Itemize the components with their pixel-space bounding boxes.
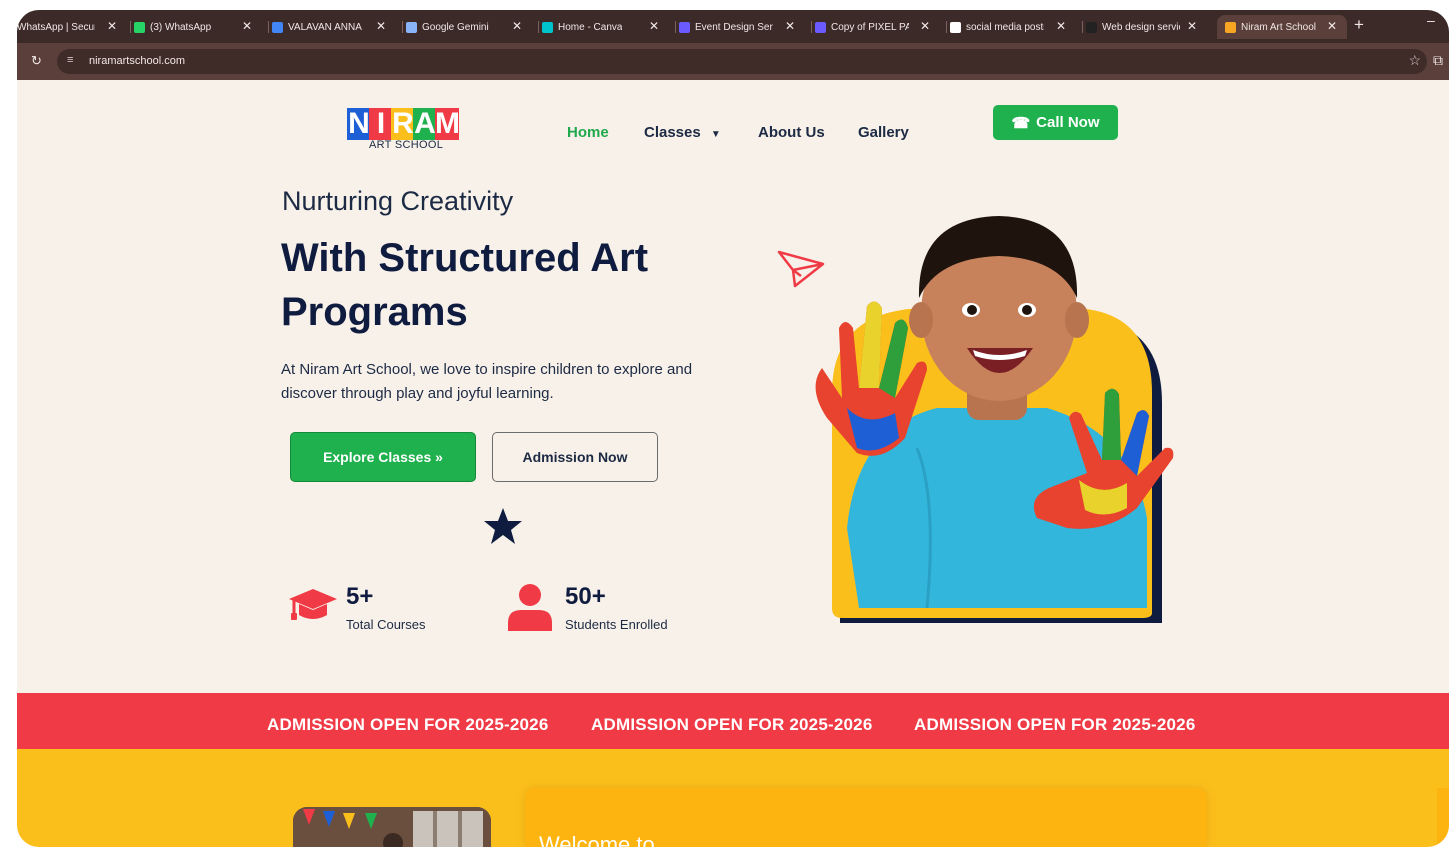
banner-text: ADMISSION OPEN FOR 2025-2026 <box>914 715 1196 734</box>
stat-courses-label: Total Courses <box>346 617 426 632</box>
tab-separator <box>538 21 539 33</box>
star-icon <box>484 508 522 544</box>
logo-letter: R <box>391 107 415 140</box>
tab-separator <box>130 21 131 33</box>
logo-letter: M <box>435 107 460 140</box>
tab-separator <box>811 21 812 33</box>
tab-favicon-icon <box>406 21 417 33</box>
browser-tab[interactable]: Event Design Serv ✕ <box>679 15 805 39</box>
tab-close-icon[interactable]: ✕ <box>1187 19 1197 33</box>
stat-courses-value: 5+ <box>346 583 374 610</box>
logo-letter: N <box>347 107 371 140</box>
browser-tab[interactable]: Niram Art School ✕ <box>1217 15 1347 39</box>
tab-title: Event Design Serv <box>695 21 773 33</box>
tab-title: Home - Canva <box>558 21 623 33</box>
banner-text: ADMISSION OPEN FOR 2025-2026 <box>591 715 873 734</box>
banner-text: ADMISSION OPEN FOR 2025-2026 <box>267 715 549 734</box>
nav-home[interactable]: Home <box>567 124 609 141</box>
tab-close-icon[interactable]: ✕ <box>512 19 522 33</box>
user-icon <box>508 584 552 631</box>
browser-tab[interactable]: Google Gemini ✕ <box>406 15 532 39</box>
tab-favicon-icon <box>679 21 690 33</box>
caret-down-icon: ▼ <box>710 129 721 140</box>
tab-favicon-icon <box>950 21 961 33</box>
hero-description: At Niram Art School, we love to inspire … <box>281 361 693 402</box>
tab-title: Web design servic <box>1102 21 1180 33</box>
tab-favicon-icon <box>1225 21 1236 33</box>
browser-tab[interactable]: WhatsApp | Secure ✕ <box>17 15 127 39</box>
nav-classes[interactable]: Classes ▼ <box>644 124 721 141</box>
browser-tab[interactable]: VALAVAN ANNA ✕ <box>272 15 396 39</box>
omnibox[interactable]: ≡ niramartschool.com ☆ <box>57 49 1427 74</box>
explore-classes-button[interactable]: Explore Classes » <box>290 432 476 482</box>
browser-tab[interactable]: Copy of PIXEL PA ✕ <box>815 15 940 39</box>
admission-banner: ADMISSION OPEN FOR 2025-2026 ADMISSION O… <box>17 693 1449 749</box>
logo-letter: A <box>413 107 437 140</box>
hero-title-line2: Programs <box>281 290 468 334</box>
tab-title: social media posts <box>966 21 1044 33</box>
tab-close-icon[interactable]: ✕ <box>785 19 795 33</box>
reload-icon[interactable]: ↻ <box>31 53 42 69</box>
tab-separator <box>402 21 403 33</box>
tab-title: Niram Art School <box>1241 21 1317 33</box>
tab-title: Copy of PIXEL PA <box>831 21 909 33</box>
browser-tab[interactable]: Web design servic ✕ <box>1086 15 1207 39</box>
url-text[interactable]: niramartschool.com <box>89 55 185 67</box>
call-now-button[interactable]: ☎ Call Now <box>993 105 1118 140</box>
extensions-icon[interactable]: ⧉ <box>1433 52 1443 69</box>
tab-close-icon[interactable]: ✕ <box>649 19 659 33</box>
graduation-cap-icon <box>289 589 337 620</box>
admission-now-button[interactable]: Admission Now <box>492 432 658 482</box>
stat-students-value: 50+ <box>565 583 606 610</box>
logo-subtitle: ART SCHOOL <box>369 139 444 151</box>
welcome-heading: Welcome to <box>539 832 655 847</box>
tab-close-icon[interactable]: ✕ <box>107 19 117 33</box>
tab-close-icon[interactable]: ✕ <box>376 19 386 33</box>
browser-tab[interactable]: (3) WhatsApp ✕ <box>134 15 262 39</box>
logo-letter: I <box>369 108 393 140</box>
hero-title-line1: With Structured Art <box>281 236 649 280</box>
nav-classes-label: Classes <box>644 124 701 141</box>
call-now-label: Call Now <box>1036 114 1100 131</box>
page-content: NIRAM ART SCHOOL Home Classes ▼ About Us… <box>17 80 1449 847</box>
tab-favicon-icon <box>272 21 283 33</box>
site-info-icon[interactable]: ≡ <box>67 54 73 66</box>
tab-close-icon[interactable]: ✕ <box>920 19 930 33</box>
plus-icon[interactable]: + <box>1354 15 1364 35</box>
browser-tab[interactable]: social media posts ✕ <box>950 15 1076 39</box>
tab-close-icon[interactable]: ✕ <box>1056 19 1066 33</box>
tab-title: WhatsApp | Secure <box>17 21 95 33</box>
tab-separator <box>1082 21 1083 33</box>
bookmark-star-icon[interactable]: ☆ <box>1408 52 1421 69</box>
tab-close-icon[interactable]: ✕ <box>242 19 252 33</box>
tab-title: Google Gemini <box>422 21 489 33</box>
phone-icon: ☎ <box>1011 114 1031 132</box>
tab-separator <box>675 21 676 33</box>
welcome-card: Welcome to <box>525 788 1207 847</box>
tab-separator <box>268 21 269 33</box>
tab-strip: WhatsApp | Secure ✕ (3) WhatsApp ✕ VALAVAN A… <box>17 10 1449 43</box>
browser-window: WhatsApp | Secure ✕ (3) WhatsApp ✕ VALAVAN A… <box>17 10 1449 847</box>
nav-gallery[interactable]: Gallery <box>858 124 909 141</box>
hero-pretitle: Nurturing Creativity <box>282 186 514 216</box>
tab-favicon-icon <box>815 21 826 33</box>
niram-logo[interactable]: NIRAM ART SCHOOL <box>347 108 462 154</box>
tab-title: (3) WhatsApp <box>150 21 212 33</box>
tab-favicon-icon <box>542 21 553 33</box>
address-bar: ↻ ≡ niramartschool.com ☆ ⧉ <box>17 43 1449 80</box>
stat-students-label: Students Enrolled <box>565 617 668 632</box>
tab-title: VALAVAN ANNA <box>288 21 362 33</box>
hero-child-image <box>815 216 1174 623</box>
browser-tab[interactable]: Home - Canva ✕ <box>542 15 669 39</box>
tab-favicon-icon <box>1086 21 1097 33</box>
minimize-icon[interactable]: – <box>1427 12 1435 28</box>
side-card <box>1437 788 1449 847</box>
tab-separator <box>946 21 947 33</box>
tab-close-icon[interactable]: ✕ <box>1327 19 1337 33</box>
classroom-photo <box>293 807 491 847</box>
tab-favicon-icon <box>134 21 145 33</box>
nav-about[interactable]: About Us <box>758 124 825 141</box>
